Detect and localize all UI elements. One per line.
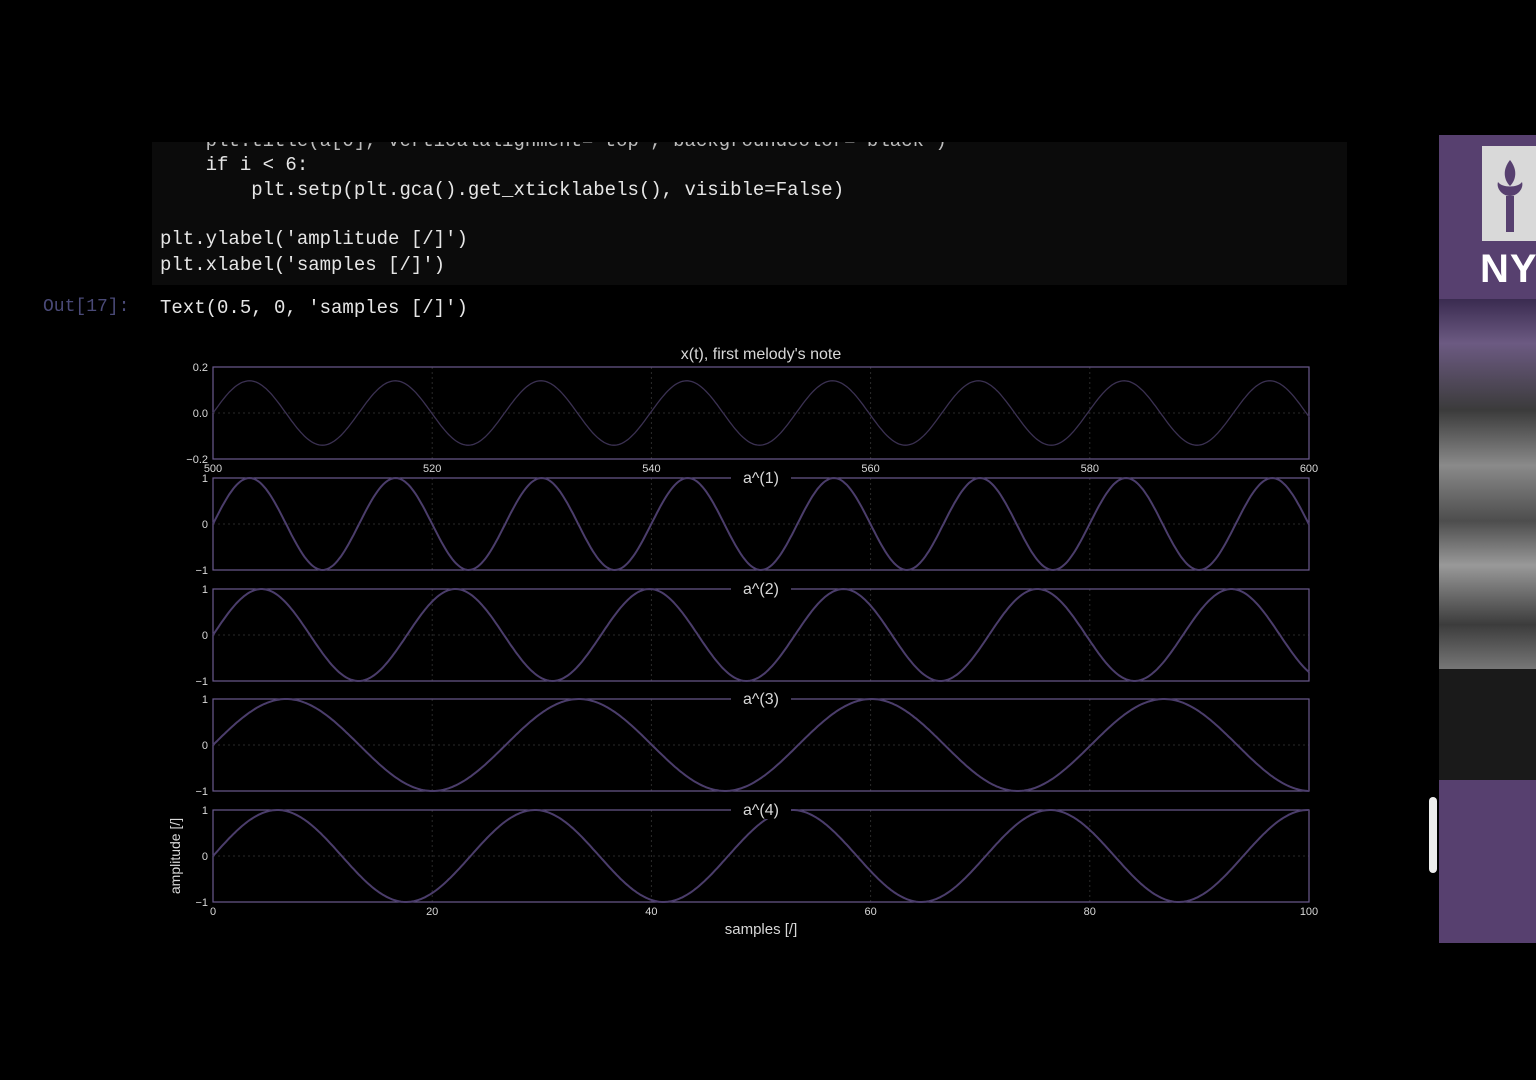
chart-title: a^(3) xyxy=(743,691,779,708)
y-tick-label: 1 xyxy=(202,805,208,817)
side-panel: NY xyxy=(1439,135,1536,943)
y-tick-label: 1 xyxy=(202,584,208,596)
x-tick-label: 20 xyxy=(426,906,438,918)
y-axis-label: amplitude [/] xyxy=(167,818,183,894)
y-tick-label: 1 xyxy=(202,694,208,706)
code-line: plt.xlabel('samples [/]') xyxy=(160,254,446,276)
y-tick-label: −1 xyxy=(195,897,208,909)
x-tick-label: 520 xyxy=(423,463,441,475)
x-tick-label: 560 xyxy=(861,463,879,475)
code-line: if i < 6: xyxy=(160,154,309,176)
x-tick-label: 580 xyxy=(1081,463,1099,475)
y-tick-label: 0.0 xyxy=(193,408,208,420)
chart-title: a^(1) xyxy=(743,470,779,487)
x-tick-label: 0 xyxy=(210,906,216,918)
x-tick-label: 540 xyxy=(642,463,660,475)
logo xyxy=(1482,146,1536,241)
y-tick-label: 0 xyxy=(202,740,208,752)
x-axis-label: samples [/] xyxy=(725,921,798,938)
scrollbar[interactable] xyxy=(1429,797,1437,873)
y-tick-label: −1 xyxy=(195,565,208,577)
y-tick-label: 0 xyxy=(202,851,208,863)
x-tick-label: 100 xyxy=(1300,906,1318,918)
code-cell[interactable]: plt.title(a[0], verticalalignment='top',… xyxy=(152,142,1347,285)
campus-photo xyxy=(1439,299,1536,669)
side-bottom-block xyxy=(1439,780,1536,943)
code-line: plt.ylabel('amplitude [/]') xyxy=(160,228,468,250)
y-tick-label: 0.2 xyxy=(193,362,208,374)
code-line: plt.title(a[0], verticalalignment='top',… xyxy=(160,142,947,152)
y-tick-label: 1 xyxy=(202,473,208,485)
x-tick-label: 80 xyxy=(1084,906,1096,918)
chart-title: a^(4) xyxy=(743,802,779,819)
figure-plot: 0.20.0−0.2500 520 540 560 580 600x(t), first … xyxy=(167,346,1318,938)
logo-text: NY xyxy=(1480,247,1536,291)
y-tick-label: −1 xyxy=(195,786,208,798)
y-tick-label: 0 xyxy=(202,630,208,642)
x-tick-label: 60 xyxy=(864,906,876,918)
chart-title: a^(2) xyxy=(743,581,779,598)
x-tick-label: 40 xyxy=(645,906,657,918)
x-tick-label: 600 xyxy=(1300,463,1318,475)
torch-icon xyxy=(1497,160,1523,232)
university-banner: NY xyxy=(1439,135,1536,299)
y-tick-label: −1 xyxy=(195,676,208,688)
output-prompt: Out[17]: xyxy=(43,297,130,317)
y-tick-label: 0 xyxy=(202,519,208,531)
code-line: plt.setp(plt.gca().get_xticklabels(), vi… xyxy=(160,179,845,201)
output-text: Text(0.5, 0, 'samples [/]') xyxy=(160,297,468,319)
chart-title: x(t), first melody's note xyxy=(681,346,842,363)
